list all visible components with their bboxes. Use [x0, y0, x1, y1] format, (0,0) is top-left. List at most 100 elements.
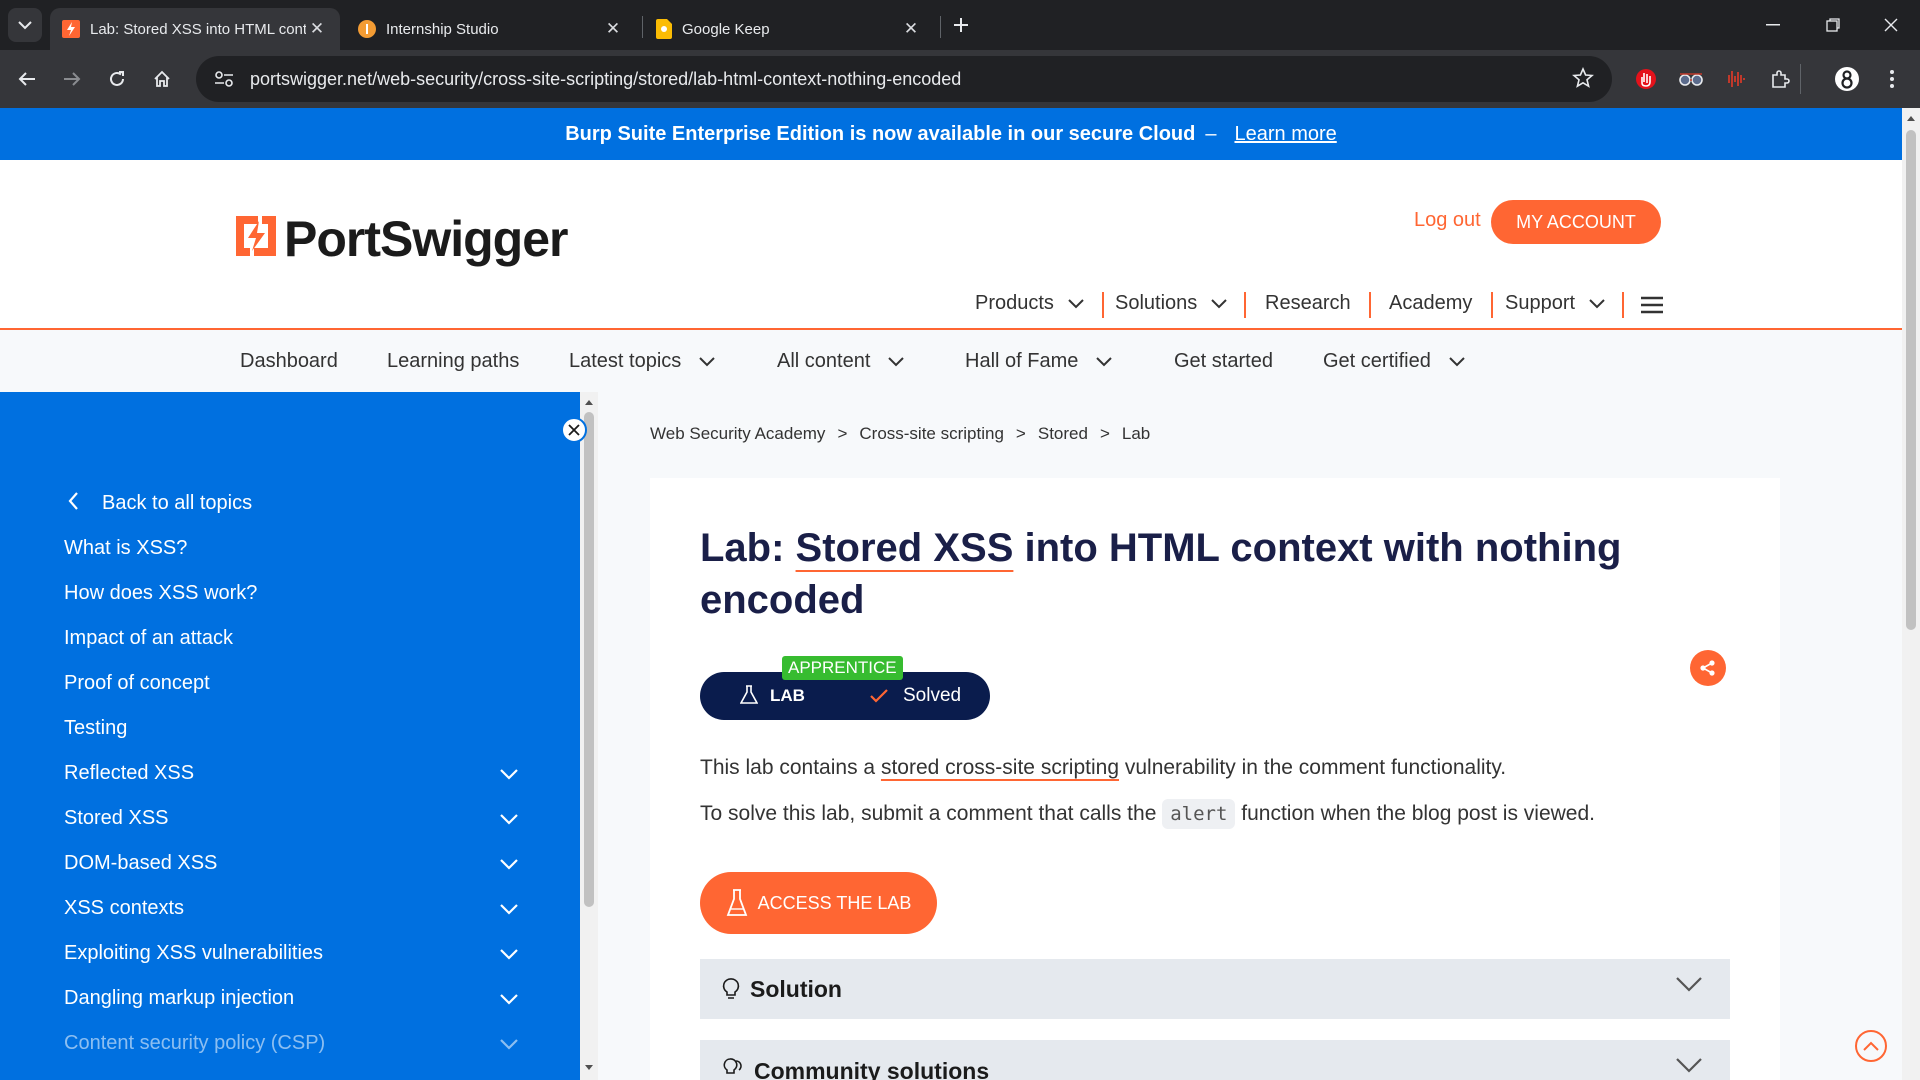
minimize-button[interactable]: [1756, 8, 1790, 42]
home-button[interactable]: [145, 62, 179, 96]
sidebar-item-proof-of-concept[interactable]: Proof of concept: [64, 672, 210, 695]
tab-lab[interactable]: Lab: Stored XSS into HTML cont ✕: [50, 8, 340, 50]
sidebar-item-what-is-xss[interactable]: What is XSS?: [64, 537, 187, 560]
plus-icon: [954, 18, 968, 32]
new-tab-button[interactable]: [944, 8, 978, 42]
banner-dash: –: [1205, 122, 1217, 145]
scroll-up-arrow-icon[interactable]: [1906, 114, 1916, 122]
bookmark-star-icon[interactable]: [1572, 67, 1594, 89]
sidebar-item-testing[interactable]: Testing: [64, 717, 127, 740]
access-the-lab-button[interactable]: ACCESS THE LAB: [700, 872, 937, 934]
scroll-up-arrow-icon[interactable]: [584, 398, 594, 406]
breadcrumb-current[interactable]: Lab: [1122, 424, 1150, 444]
chevron-down-icon[interactable]: [500, 1039, 518, 1050]
subnav-hall-of-fame[interactable]: Hall of Fame: [965, 350, 1113, 373]
sidebar-item-dangling-markup[interactable]: Dangling markup injection: [64, 987, 294, 1010]
close-sidebar-button[interactable]: [561, 417, 587, 443]
nav-support[interactable]: Support: [1505, 292, 1605, 315]
my-account-button[interactable]: MY ACCOUNT: [1491, 200, 1661, 244]
page-title: Lab: Stored XSS into HTML context with n…: [700, 522, 1660, 626]
subnav-dashboard[interactable]: Dashboard: [240, 350, 338, 373]
breadcrumb-separator: >: [1099, 424, 1110, 443]
tab-search-button[interactable]: [8, 8, 42, 42]
breadcrumb-link[interactable]: Cross-site scripting: [859, 424, 1004, 444]
browser-tabstrip: Lab: Stored XSS into HTML cont ✕ Interns…: [0, 0, 1920, 50]
browser-menu-button[interactable]: [1875, 62, 1909, 96]
chevron-down-icon: [1676, 1058, 1702, 1073]
share-icon: [1700, 660, 1715, 676]
sidebar-item-stored-xss[interactable]: Stored XSS: [64, 807, 169, 830]
back-button[interactable]: [10, 62, 44, 96]
logo-wordmark[interactable]: PortSwigger: [284, 210, 568, 268]
portswigger-logo-icon[interactable]: [236, 216, 276, 256]
breadcrumb-link[interactable]: Web Security Academy: [650, 424, 825, 444]
access-label: ACCESS THE LAB: [757, 892, 912, 913]
chevron-down-icon[interactable]: [500, 814, 518, 825]
subnav-get-certified[interactable]: Get certified: [1323, 350, 1465, 373]
stored-xss-link[interactable]: stored cross-site scripting: [881, 756, 1119, 779]
forward-button[interactable]: [55, 62, 89, 96]
chevron-down-icon[interactable]: [500, 859, 518, 870]
nav-products[interactable]: Products: [975, 292, 1084, 315]
home-icon: [154, 70, 170, 87]
nav-solutions[interactable]: Solutions: [1115, 292, 1227, 315]
chevron-down-icon: [1449, 356, 1465, 366]
subnav-label: Get certified: [1323, 350, 1431, 372]
learn-more-link[interactable]: Learn more: [1234, 123, 1336, 146]
chevron-down-icon: [18, 21, 32, 30]
tab-internship-studio[interactable]: Internship Studio ✕: [346, 8, 636, 50]
nav-academy[interactable]: Academy: [1389, 292, 1472, 315]
extensions-button[interactable]: [1763, 62, 1797, 96]
address-bar[interactable]: portswigger.net/web-security/cross-site-…: [196, 56, 1612, 102]
back-to-all-topics-link[interactable]: Back to all topics: [102, 492, 252, 515]
chevron-down-icon[interactable]: [500, 994, 518, 1005]
nav-research[interactable]: Research: [1265, 292, 1351, 315]
restore-button[interactable]: [1816, 8, 1850, 42]
sidebar-item-dom-based-xss[interactable]: DOM-based XSS: [64, 852, 217, 875]
page-scrollbar[interactable]: [1902, 108, 1920, 1080]
chevron-down-icon[interactable]: [500, 949, 518, 960]
subnav-latest-topics[interactable]: Latest topics: [569, 350, 716, 373]
reload-button[interactable]: [100, 62, 134, 96]
breadcrumb-link[interactable]: Stored: [1038, 424, 1088, 444]
profile-button[interactable]: [1830, 62, 1864, 96]
site-header: PortSwigger Log out MY ACCOUNT Products …: [0, 160, 1902, 330]
subnav-label: Latest topics: [569, 350, 682, 372]
extension-waveform-button[interactable]: [1718, 62, 1752, 96]
sidebar-item-how-xss-works[interactable]: How does XSS work?: [64, 582, 257, 605]
tab-google-keep[interactable]: Google Keep ✕: [644, 8, 934, 50]
subnav-get-started[interactable]: Get started: [1174, 350, 1273, 373]
tab-close-icon[interactable]: ✕: [900, 19, 922, 39]
community-solutions-accordion[interactable]: Community solutions: [700, 1040, 1730, 1080]
sidebar-scrollbar[interactable]: [580, 392, 598, 1080]
logout-link[interactable]: Log out: [1414, 209, 1481, 232]
sidebar-item-exploiting-xss[interactable]: Exploiting XSS vulnerabilities: [64, 942, 323, 965]
sidebar-item-reflected-xss[interactable]: Reflected XSS: [64, 762, 194, 785]
scroll-to-top-button[interactable]: [1855, 1030, 1887, 1062]
chevron-down-icon[interactable]: [500, 769, 518, 780]
share-button[interactable]: [1690, 650, 1726, 686]
subnav-all-content[interactable]: All content: [777, 350, 905, 373]
extension-glasses-button[interactable]: [1674, 62, 1708, 96]
extension-red-icon: [1636, 69, 1656, 89]
sidebar-item-csp[interactable]: Content security policy (CSP): [64, 1032, 325, 1055]
chevron-down-icon: [888, 356, 905, 366]
chevron-down-icon[interactable]: [500, 904, 518, 915]
close-window-button[interactable]: [1874, 8, 1908, 42]
subnav-learning-paths[interactable]: Learning paths: [387, 350, 519, 373]
extension-red-button[interactable]: [1629, 62, 1663, 96]
scrollbar-thumb[interactable]: [584, 412, 594, 907]
title-topic-link[interactable]: Stored XSS: [796, 526, 1014, 570]
tab-close-icon[interactable]: ✕: [306, 19, 328, 39]
solution-accordion[interactable]: Solution: [700, 959, 1730, 1019]
sidebar-item-xss-contexts[interactable]: XSS contexts: [64, 897, 184, 920]
tab-close-icon[interactable]: ✕: [602, 19, 624, 39]
waveform-icon: [1728, 71, 1745, 87]
scrollbar-thumb[interactable]: [1906, 130, 1916, 630]
scroll-down-arrow-icon[interactable]: [584, 1064, 594, 1072]
nav-separator: [1244, 292, 1246, 318]
site-settings-icon[interactable]: [214, 70, 234, 88]
subnav-label: All content: [777, 350, 871, 372]
sidebar-item-impact[interactable]: Impact of an attack: [64, 627, 233, 650]
hamburger-menu-icon[interactable]: [1641, 296, 1663, 314]
